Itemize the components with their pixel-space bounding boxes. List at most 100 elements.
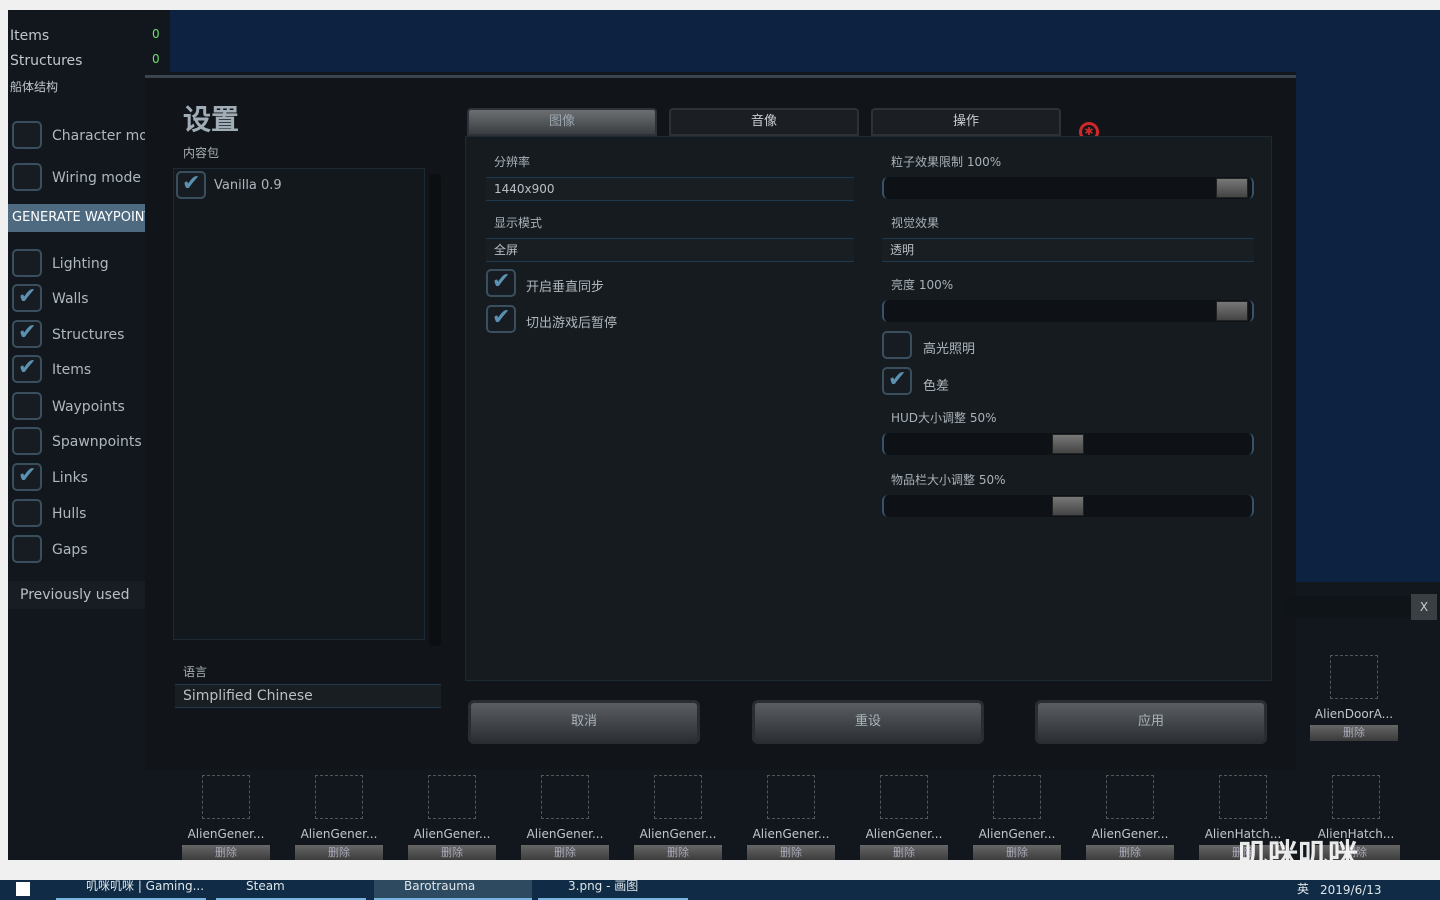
pause-on-focus-lost-checkbox[interactable] [486, 305, 516, 333]
item-tile[interactable]: AlienGener... 删除 [398, 770, 506, 860]
layer-toggle-label: Spawnpoints [52, 434, 142, 450]
previously-used-tab[interactable]: Previously used [8, 581, 150, 609]
cancel-button[interactable]: 取消 [468, 700, 700, 744]
ime-indicator[interactable]: 英 [1297, 880, 1309, 897]
layer-toggle-checkbox[interactable] [12, 355, 42, 383]
item-thumbnail [428, 775, 476, 819]
item-tile[interactable]: AlienGener... 删除 [511, 770, 619, 860]
delete-button[interactable]: 删除 [182, 845, 270, 860]
content-package-checkbox[interactable] [176, 171, 206, 199]
delete-button[interactable]: 删除 [860, 845, 948, 860]
chromatic-aberration-checkbox[interactable] [882, 367, 912, 395]
clock-date[interactable]: 2019/6/13 [1320, 883, 1382, 897]
taskbar-app-chrome[interactable]: 叽咪叽咪 | Gaming... [56, 880, 206, 900]
item-thumbnail [880, 775, 928, 819]
display-mode-dropdown[interactable]: 全屏 [486, 238, 854, 262]
item-thumbnail [993, 775, 1041, 819]
delete-button[interactable]: 删除 [1086, 845, 1174, 860]
vsync-label: 开启垂直同步 [526, 280, 605, 295]
item-name: AlienGener... [1091, 827, 1169, 841]
vsync-checkbox[interactable] [486, 269, 516, 297]
taskbar-app-barotrauma[interactable]: Barotrauma [374, 880, 532, 900]
hud-scale-slider[interactable] [882, 433, 1254, 455]
item-tile[interactable]: AlienGener... 删除 [624, 770, 732, 860]
item-tile[interactable]: AlienGener... 删除 [172, 770, 280, 860]
item-thumbnail [315, 775, 363, 819]
layer-toggle-checkbox[interactable] [12, 284, 42, 312]
scrollbar[interactable] [429, 174, 441, 646]
layer-toggle-label: Walls [52, 291, 89, 307]
item-name: AlienGener... [752, 827, 830, 841]
layer-toggle-checkbox[interactable] [12, 320, 42, 348]
windows-start-icon[interactable] [16, 882, 30, 896]
layer-toggle-label: Links [52, 470, 88, 486]
resolution-dropdown[interactable]: 1440x900 [486, 177, 854, 201]
tab-controls[interactable]: 操作 [871, 108, 1061, 136]
item-thumbnail [1330, 655, 1378, 699]
item-thumbnail [202, 775, 250, 819]
item-name: AlienGener... [978, 827, 1056, 841]
taskbar-app-paint[interactable]: 3.png - 画图 [538, 880, 688, 900]
item-tile[interactable]: AlienGener... 删除 [963, 770, 1071, 860]
visual-effects-dropdown[interactable]: 透明 [882, 238, 1254, 262]
search-input[interactable] [1286, 596, 1430, 618]
layer-toggle-checkbox[interactable] [12, 463, 42, 491]
item-thumbnail [767, 775, 815, 819]
stat-label: Items [10, 28, 50, 44]
item-thumbnail [541, 775, 589, 819]
apply-button[interactable]: 应用 [1035, 700, 1267, 744]
delete-button[interactable]: 删除 [747, 845, 835, 860]
delete-button[interactable]: 删除 [521, 845, 609, 860]
background-water [170, 10, 1440, 72]
visual-effects-label: 视觉效果 [891, 216, 940, 230]
particle-limit-label: 粒子效果限制 100% [891, 155, 1002, 169]
taskbar-app-steam[interactable]: Steam [216, 880, 366, 900]
delete-button[interactable]: 删除 [295, 845, 383, 860]
item-tile[interactable]: AlienGener... 删除 [737, 770, 845, 860]
stat-value: 0 [152, 52, 160, 66]
item-tile[interactable]: AlienDoorA... 删除 [1300, 650, 1408, 741]
slider-handle[interactable] [1052, 434, 1084, 454]
delete-button[interactable]: 删除 [408, 845, 496, 860]
content-package-list: Vanilla 0.9 [173, 168, 425, 640]
hull-label: 船体结构 [10, 80, 59, 94]
character-mode-checkbox[interactable] [12, 121, 42, 149]
particle-limit-slider[interactable] [882, 177, 1254, 199]
delete-button[interactable]: 删除 [973, 845, 1061, 860]
hud-scale-label: HUD大小调整 50% [891, 411, 997, 425]
brightness-slider[interactable] [882, 300, 1254, 322]
delete-button[interactable]: 删除 [1310, 725, 1398, 741]
tab-audio[interactable]: 音像 [669, 108, 859, 136]
tab-graphics[interactable]: 图像 [467, 108, 657, 136]
slider-handle[interactable] [1052, 496, 1084, 516]
wiring-mode-label: Wiring mode [52, 170, 141, 186]
game-window: Items 0 Structures 0 船体结构 Character mode… [8, 10, 1440, 860]
item-tile[interactable]: AlienGener... 删除 [285, 770, 393, 860]
background-water [1296, 72, 1440, 582]
layer-toggle-checkbox[interactable] [12, 249, 42, 277]
delete-button[interactable]: 删除 [634, 845, 722, 860]
specular-checkbox[interactable] [882, 331, 912, 359]
slider-handle[interactable] [1216, 301, 1248, 321]
item-thumbnail [654, 775, 702, 819]
item-tile[interactable]: AlienGener... 删除 [850, 770, 958, 860]
specular-label: 高光照明 [923, 342, 976, 357]
layer-toggle-checkbox[interactable] [12, 392, 42, 420]
layer-toggle-checkbox[interactable] [12, 535, 42, 563]
inventory-scale-slider[interactable] [882, 495, 1254, 517]
wiring-mode-checkbox[interactable] [12, 163, 42, 191]
item-tile[interactable]: AlienGener... 删除 [1076, 770, 1184, 860]
item-name: AlienGener... [526, 827, 604, 841]
layer-toggle-label: Waypoints [52, 399, 125, 415]
layer-toggle-checkbox[interactable] [12, 499, 42, 527]
taskbar: 叽咪叽咪 | Gaming... Steam Barotrauma 3.png … [0, 880, 1440, 900]
close-button[interactable]: X [1411, 594, 1437, 620]
reset-button[interactable]: 重设 [752, 700, 984, 744]
settings-dialog: 设置 内容包 Vanilla 0.9 语言 Simplified Chinese… [145, 75, 1296, 770]
content-packages-label: 内容包 [183, 146, 220, 160]
layer-toggle-checkbox[interactable] [12, 427, 42, 455]
generate-waypoints-button[interactable]: GENERATE WAYPOINTS [8, 204, 145, 232]
slider-handle[interactable] [1216, 178, 1248, 198]
item-name: AlienGener... [639, 827, 717, 841]
language-dropdown[interactable]: Simplified Chinese [175, 684, 441, 708]
